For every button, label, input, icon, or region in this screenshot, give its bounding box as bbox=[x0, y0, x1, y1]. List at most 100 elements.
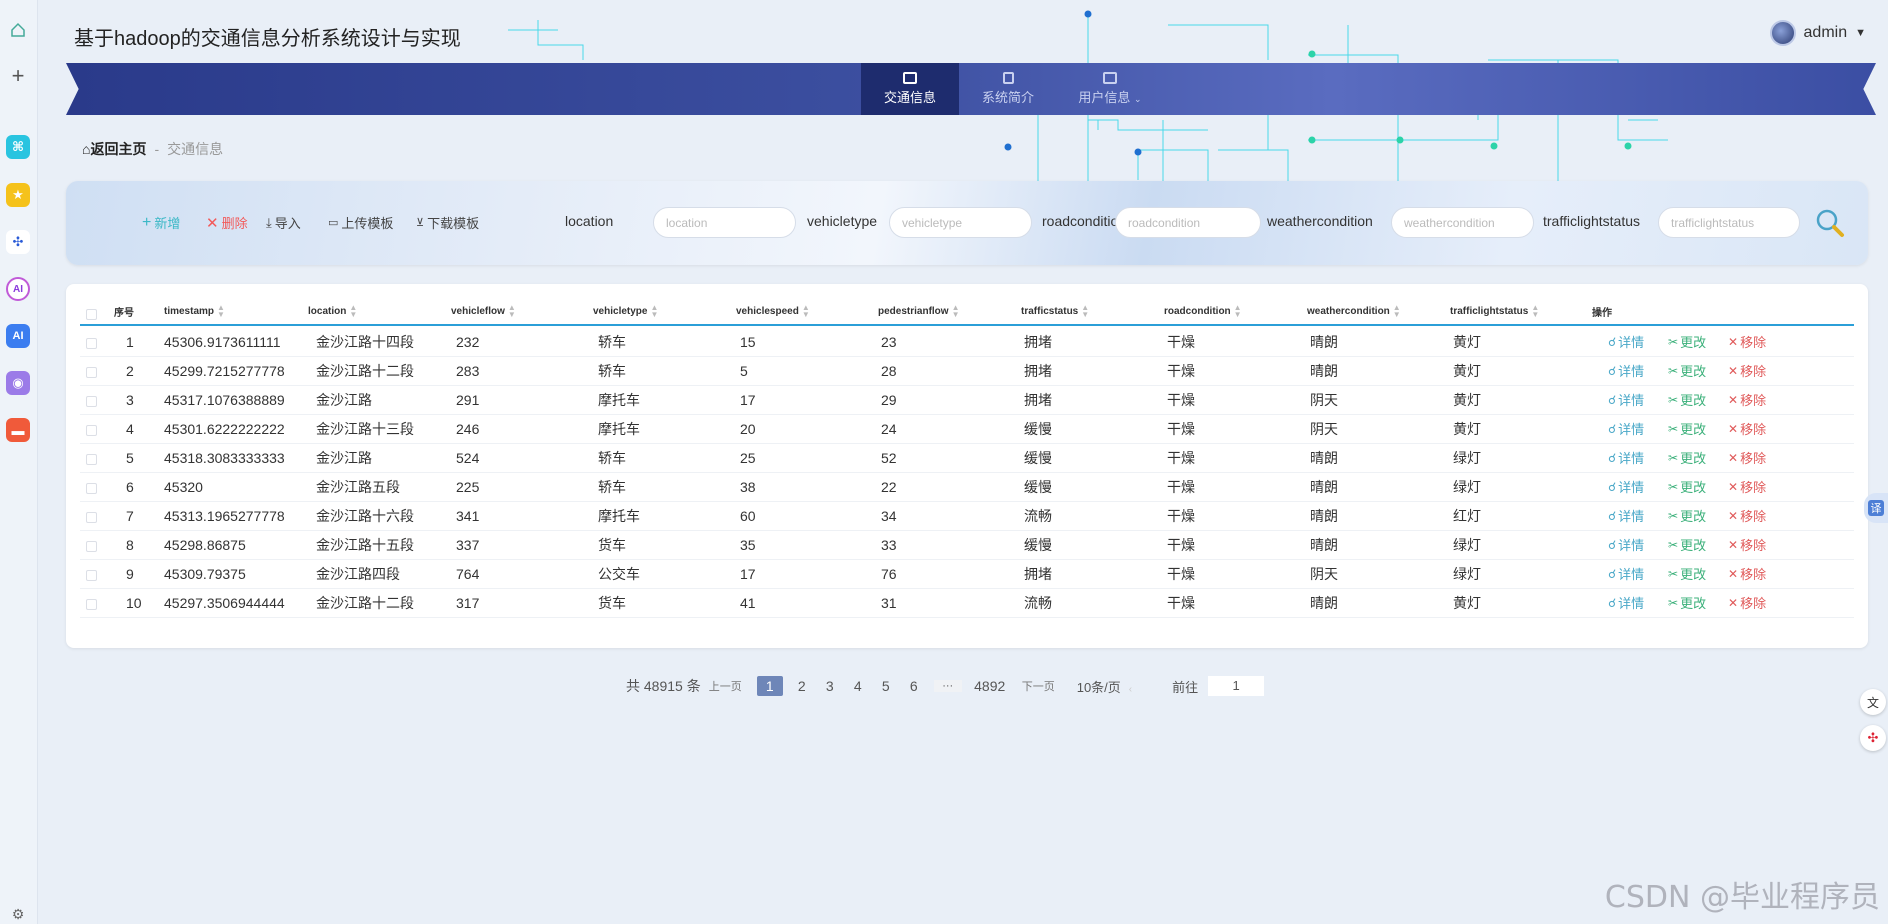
column-header[interactable]: roadcondition ▲ ▼ bbox=[1164, 304, 1242, 319]
sort-icon[interactable]: ▲ ▼ bbox=[217, 304, 225, 319]
nav-item-traffic-info[interactable]: 交通信息 bbox=[861, 63, 959, 115]
network-icon[interactable]: ✣ bbox=[1860, 725, 1886, 751]
page-1-button[interactable]: 1 bbox=[756, 676, 783, 696]
sort-icon[interactable]: ▲ ▼ bbox=[508, 304, 516, 319]
column-header[interactable]: weathercondition ▲ ▼ bbox=[1307, 304, 1401, 319]
column-header[interactable]: vehicleflow ▲ ▼ bbox=[451, 304, 516, 319]
table-row[interactable]: 3 45317.1076388889 金沙江路 291 摩托车 17 29 拥堵 干燥 阴天 黄灯 ☌… bbox=[80, 386, 1854, 415]
sort-icon[interactable]: ▲ ▼ bbox=[802, 304, 810, 319]
home-icon[interactable] bbox=[6, 18, 30, 42]
row-checkbox[interactable] bbox=[86, 570, 97, 581]
edit-button[interactable]: ✂ 更改 bbox=[1668, 531, 1706, 560]
app-icon-1[interactable]: ⌘ bbox=[6, 135, 30, 159]
row-checkbox[interactable] bbox=[86, 454, 97, 465]
sort-icon[interactable]: ▲ ▼ bbox=[952, 304, 960, 319]
gamepad-icon[interactable]: ▬ bbox=[6, 418, 30, 442]
page-5-button[interactable]: 5 bbox=[872, 678, 900, 694]
remove-button[interactable]: ✕ 移除 bbox=[1728, 473, 1766, 502]
row-checkbox[interactable] bbox=[86, 396, 97, 407]
trafficlightstatus-input[interactable] bbox=[1658, 207, 1800, 238]
remove-button[interactable]: ✕ 移除 bbox=[1728, 386, 1766, 415]
ai-chat-icon[interactable]: AI bbox=[6, 277, 30, 301]
remove-button[interactable]: ✕ 移除 bbox=[1728, 502, 1766, 531]
table-row[interactable]: 6 45320 金沙江路五段 225 轿车 38 22 缓慢 干燥 晴朗 绿灯 ☌ 详情 ✂ 更改 ✕ 移除 bbox=[80, 473, 1854, 502]
row-checkbox[interactable] bbox=[86, 483, 97, 494]
page-2-button[interactable]: 2 bbox=[788, 678, 816, 694]
weathercondition-input[interactable] bbox=[1391, 207, 1534, 238]
edit-button[interactable]: ✂ 更改 bbox=[1668, 473, 1706, 502]
remove-button[interactable]: ✕ 移除 bbox=[1728, 415, 1766, 444]
column-header[interactable]: trafficstatus ▲ ▼ bbox=[1021, 304, 1089, 319]
goto-input[interactable]: 1 bbox=[1208, 676, 1265, 696]
detail-button[interactable]: ☌ 详情 bbox=[1608, 415, 1644, 444]
detail-button[interactable]: ☌ 详情 bbox=[1608, 386, 1644, 415]
row-checkbox[interactable] bbox=[86, 512, 97, 523]
row-checkbox[interactable] bbox=[86, 367, 97, 378]
table-row[interactable]: 5 45318.3083333333 金沙江路 524 轿车 25 52 缓慢 干燥 晴朗 绿灯 ☌ 详… bbox=[80, 444, 1854, 473]
column-header[interactable]: pedestrianflow ▲ ▼ bbox=[878, 304, 960, 319]
row-checkbox[interactable] bbox=[86, 541, 97, 552]
language-icon[interactable]: 文 bbox=[1860, 689, 1886, 715]
sort-icon[interactable]: ▲ ▼ bbox=[1234, 304, 1242, 319]
table-row[interactable]: 4 45301.6222222222 金沙江路十三段 246 摩托车 20 24 缓慢 干燥 阴天… bbox=[80, 415, 1854, 444]
detail-button[interactable]: ☌ 详情 bbox=[1608, 444, 1644, 473]
page-size-select[interactable]: 10条/页 ‹ bbox=[1077, 677, 1132, 696]
table-row[interactable]: 10 45297.3506944444 金沙江路十二段 317 货车 41 31 流畅 干燥 晴朗… bbox=[80, 589, 1854, 618]
ellipsis-button[interactable]: ··· bbox=[933, 680, 962, 692]
detail-button[interactable]: ☌ 详情 bbox=[1608, 502, 1644, 531]
table-row[interactable]: 9 45309.79375 金沙江路四段 764 公交车 17 76 拥堵 干燥 阴天 绿灯 ☌ 详情 ✂… bbox=[80, 560, 1854, 589]
edit-button[interactable]: ✂ 更改 bbox=[1668, 386, 1706, 415]
upload-template-button[interactable]: ▭ 上传模板 bbox=[328, 213, 393, 232]
edit-button[interactable]: ✂ 更改 bbox=[1668, 328, 1706, 357]
network-icon[interactable]: ✣ bbox=[6, 230, 30, 254]
table-row[interactable]: 1 45306.9173611111 金沙江路十四段 232 轿车 15 23 拥堵 干燥 晴朗 黄… bbox=[80, 328, 1854, 357]
plus-icon[interactable]: + bbox=[6, 63, 30, 88]
page-6-button[interactable]: 6 bbox=[900, 678, 928, 694]
column-header[interactable]: vehicletype ▲ ▼ bbox=[593, 304, 658, 319]
page-3-button[interactable]: 3 bbox=[816, 678, 844, 694]
detail-button[interactable]: ☌ 详情 bbox=[1608, 328, 1644, 357]
row-checkbox[interactable] bbox=[86, 599, 97, 610]
remove-button[interactable]: ✕ 移除 bbox=[1728, 328, 1766, 357]
column-header[interactable]: trafficlightstatus ▲ ▼ bbox=[1450, 304, 1539, 319]
prev-page-button[interactable]: 上一页 bbox=[709, 678, 742, 694]
import-button[interactable]: ⤓ 导入 bbox=[266, 213, 301, 232]
user-menu[interactable]: admin ▼ bbox=[1769, 20, 1866, 46]
detail-button[interactable]: ☌ 详情 bbox=[1608, 560, 1644, 589]
edit-button[interactable]: ✂ 更改 bbox=[1668, 502, 1706, 531]
column-header[interactable]: location ▲ ▼ bbox=[308, 304, 357, 319]
sort-icon[interactable]: ▲ ▼ bbox=[1081, 304, 1089, 319]
settings-icon[interactable]: ⚙ bbox=[6, 902, 30, 924]
vehicletype-input[interactable] bbox=[889, 207, 1032, 238]
detail-button[interactable]: ☌ 详情 bbox=[1608, 589, 1644, 618]
column-header[interactable]: vehiclespeed ▲ ▼ bbox=[736, 304, 810, 319]
download-template-button[interactable]: ⊻ 下载模板 bbox=[416, 213, 479, 232]
nav-item-user-info[interactable]: 用户信息 ⌄ bbox=[1061, 63, 1159, 115]
column-header[interactable]: timestamp ▲ ▼ bbox=[164, 304, 225, 319]
translate-button[interactable]: 译 bbox=[1864, 493, 1888, 523]
location-input[interactable] bbox=[653, 207, 796, 238]
sort-icon[interactable]: ▲ ▼ bbox=[349, 304, 357, 319]
page-4-button[interactable]: 4 bbox=[844, 678, 872, 694]
next-page-button[interactable]: 下一页 bbox=[1022, 678, 1055, 694]
delete-button[interactable]: ✕ 删除 bbox=[206, 213, 248, 232]
detail-button[interactable]: ☌ 详情 bbox=[1608, 473, 1644, 502]
remove-button[interactable]: ✕ 移除 bbox=[1728, 444, 1766, 473]
last-page-button[interactable]: 4892 bbox=[968, 678, 1012, 694]
bot-icon[interactable]: ◉ bbox=[6, 371, 30, 395]
detail-button[interactable]: ☌ 详情 bbox=[1608, 531, 1644, 560]
edit-button[interactable]: ✂ 更改 bbox=[1668, 560, 1706, 589]
remove-button[interactable]: ✕ 移除 bbox=[1728, 531, 1766, 560]
edit-button[interactable]: ✂ 更改 bbox=[1668, 589, 1706, 618]
table-row[interactable]: 2 45299.7215277778 金沙江路十二段 283 轿车 5 28 拥堵 干燥 晴朗 黄灯… bbox=[80, 357, 1854, 386]
table-row[interactable]: 8 45298.86875 金沙江路十五段 337 货车 35 33 缓慢 干燥 晴朗 绿灯 ☌ 详情 ✂… bbox=[80, 531, 1854, 560]
star-icon[interactable]: ★ bbox=[6, 183, 30, 207]
edit-button[interactable]: ✂ 更改 bbox=[1668, 444, 1706, 473]
edit-button[interactable]: ✂ 更改 bbox=[1668, 415, 1706, 444]
sort-icon[interactable]: ▲ ▼ bbox=[1393, 304, 1401, 319]
detail-button[interactable]: ☌ 详情 bbox=[1608, 357, 1644, 386]
table-row[interactable]: 7 45313.1965277778 金沙江路十六段 341 摩托车 60 34 流畅 干燥 晴朗… bbox=[80, 502, 1854, 531]
remove-button[interactable]: ✕ 移除 bbox=[1728, 589, 1766, 618]
row-checkbox[interactable] bbox=[86, 338, 97, 349]
ai-icon[interactable]: AI bbox=[6, 324, 30, 348]
